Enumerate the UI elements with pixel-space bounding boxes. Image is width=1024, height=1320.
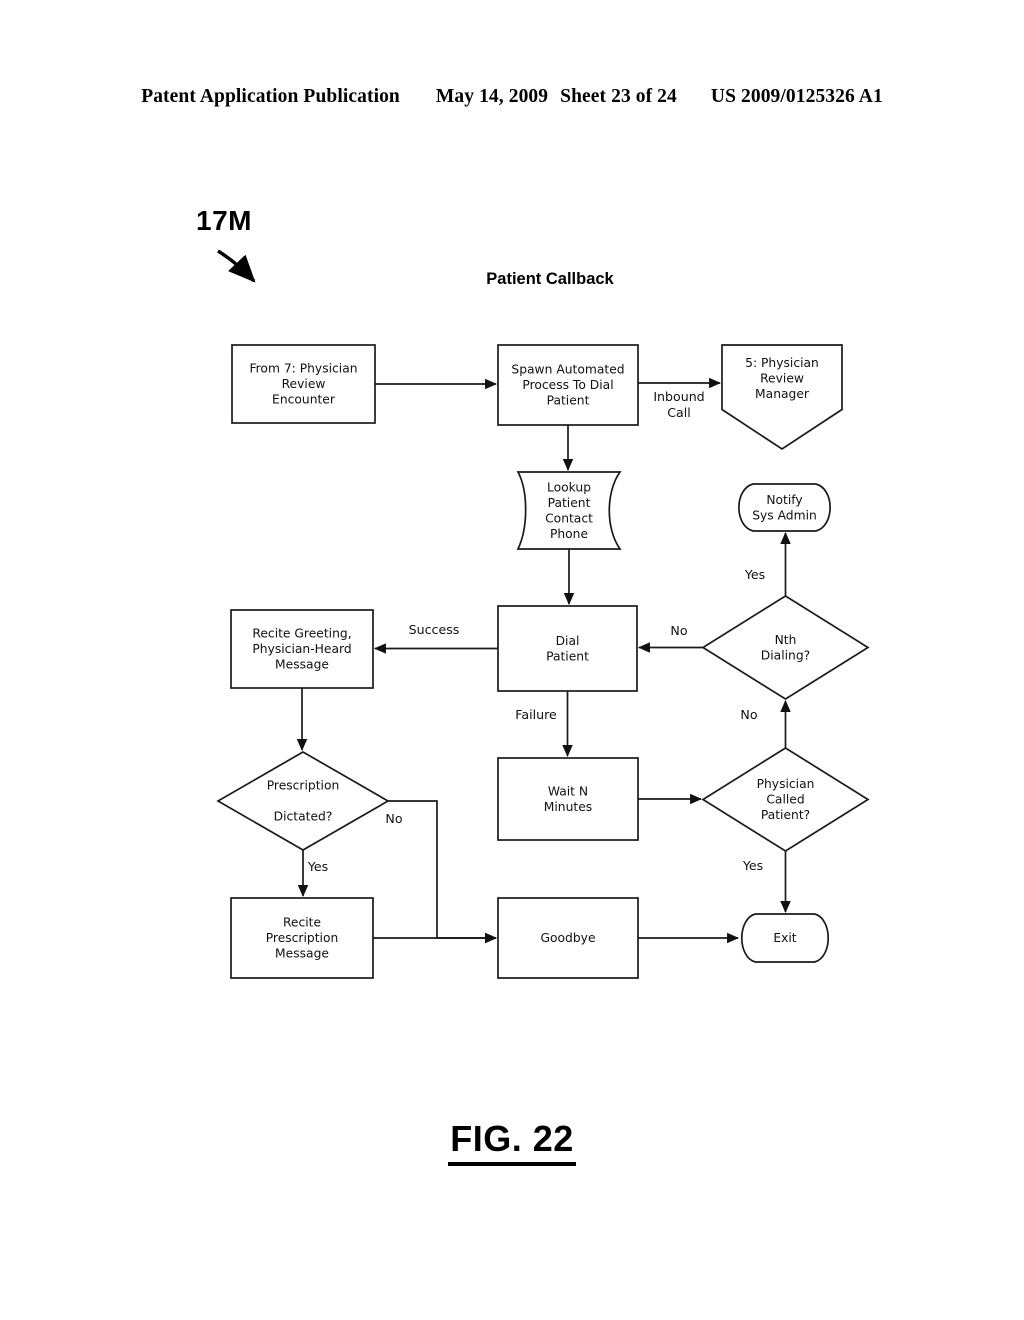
svg-text:Yes: Yes: [744, 567, 765, 582]
flowchart-nodes: From 7: Physician Review Encounter Spawn Au…: [216, 344, 870, 979]
flow-node-wait: Wait N Minutes: [497, 757, 639, 841]
flow-node-called: Physician Called Patient?: [701, 746, 870, 853]
flow-node-recitepres: Recite Prescription Message: [230, 897, 374, 979]
svg-text:Exit: Exit: [773, 931, 796, 945]
flow-node-notify: Notify Sys Admin: [738, 483, 831, 532]
svg-text:No: No: [670, 623, 687, 638]
svg-text:LookupPatientContactPhone: Lookup Patient Contact Phone: [545, 480, 593, 541]
reference-leader-arrow: [217, 249, 256, 283]
flow-node-goodbye: Goodbye: [497, 897, 639, 979]
flow-edge-label-called-to-exit: Yes: [742, 858, 763, 873]
flow-node-exit: Exit: [741, 913, 829, 963]
svg-text:No: No: [385, 811, 402, 826]
flow-edge-label-nth-to-notify: Yes: [744, 567, 765, 582]
flow-edge-label-dial-to-wait: Failure: [515, 707, 557, 722]
flow-edge-label-prescribed-to-goodbye: No: [385, 811, 402, 826]
flow-node-nth: Nth Dialing?: [701, 594, 870, 701]
flow-edge-label-called-to-nth: No: [740, 707, 757, 722]
svg-text:Success: Success: [409, 622, 460, 637]
patent-page: Patent Application Publication May 14, 2…: [0, 0, 1024, 1320]
svg-text:Yes: Yes: [742, 858, 763, 873]
flow-edge-label-prescribed-to-recitepres: Yes: [307, 859, 328, 874]
flow-node-lookup: Lookup Patient Contact Phone: [516, 471, 622, 550]
flow-node-dial: Dial Patient: [497, 605, 638, 692]
flow-node-from7: From 7: Physician Review Encounter: [231, 344, 376, 424]
flow-edge-label-spawn-to-prm: Inbound Call: [653, 389, 704, 420]
flow-edge-label-dial-to-greeting: Success: [409, 622, 460, 637]
flow-node-greeting: Recite Greeting, Physician-Heard Message: [230, 609, 374, 689]
flow-node-spawn: Spawn Automated Process To Dial Patient: [497, 344, 639, 426]
svg-text:Yes: Yes: [307, 859, 328, 874]
svg-text:Wait NMinutes: Wait N Minutes: [544, 784, 592, 814]
flow-node-prescribed: Prescription Dictated?: [216, 751, 390, 851]
figure-caption-text: FIG. 22: [448, 1118, 576, 1166]
figure-caption: FIG. 22: [0, 1118, 1024, 1166]
svg-text:Goodbye: Goodbye: [540, 931, 595, 945]
svg-text:No: No: [740, 707, 757, 722]
flow-node-prm: 5: Physician Review Manager: [721, 344, 843, 451]
flow-edge-prescribed-to-goodbye: [388, 800, 497, 944]
flow-edge-label-nth-to-dial: No: [670, 623, 687, 638]
svg-text:InboundCall: Inbound Call: [653, 389, 704, 420]
svg-text:Failure: Failure: [515, 707, 557, 722]
